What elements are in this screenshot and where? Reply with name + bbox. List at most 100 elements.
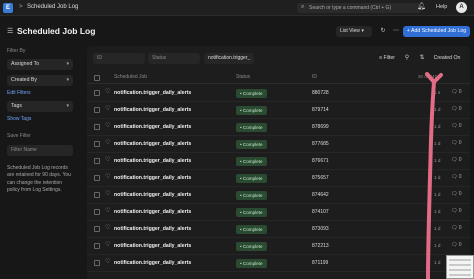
search-placeholder: Search or type a command (Ctrl + G) [309,5,392,11]
status-badge-label: Complete [242,210,263,215]
clear-filter-icon[interactable]: ⚲ [402,53,412,64]
row-checkbox[interactable] [94,226,100,232]
id-filter-input[interactable]: ID [93,53,145,64]
help-menu[interactable]: Help [436,4,447,10]
screenshot-thumbnail[interactable] [446,255,474,279]
table-row[interactable]: ♡ notification.trigger_daily_alerts • Comp… [87,102,470,119]
scheduled-job-name[interactable]: notification.trigger_daily_alerts [114,107,191,113]
row-checkbox[interactable] [94,175,100,181]
comment-count-value: 0 [458,208,462,214]
status-filter-select[interactable]: Status [148,53,200,64]
comment-icon: 🗨︎ [451,242,458,248]
tags-select[interactable]: Tags ▾ [7,101,73,112]
row-checkbox[interactable] [94,192,100,198]
row-checkbox[interactable] [94,124,100,130]
row-checkbox[interactable] [94,209,100,215]
comment-count-value: 0 [458,157,462,163]
row-checkbox[interactable] [94,90,100,96]
filter-name-input[interactable]: Filter Name [7,145,73,156]
table-row[interactable]: ♡ notification.trigger_daily_alerts • Comp… [87,187,470,204]
scheduled-job-name[interactable]: notification.trigger_daily_alerts [114,141,191,147]
status-badge-label: Complete [242,227,263,232]
record-count: 20 of 5454 [418,74,440,79]
column-header-status[interactable]: Status [236,74,250,80]
comment-icon: 🗨︎ [451,140,458,146]
comment-count[interactable]: 🗨︎ 0 [451,242,462,248]
table-row[interactable]: ♡ notification.trigger_daily_alerts • Comp… [87,170,470,187]
show-tags-link[interactable]: Show Tags [7,116,31,122]
thumbnail-line [449,269,471,271]
scheduled-job-name[interactable]: notification.trigger_daily_alerts [114,192,191,198]
row-checkbox[interactable] [94,243,100,249]
table-row[interactable]: ♡ notification.trigger_daily_alerts • Comp… [87,221,470,238]
table-row[interactable]: ♡ notification.trigger_daily_alerts • Comp… [87,238,470,255]
created-by-select[interactable]: Created By ▾ [7,75,73,86]
scheduled-job-name[interactable]: notification.trigger_daily_alerts [114,90,191,96]
row-checkbox[interactable] [94,158,100,164]
row-checkbox[interactable] [94,107,100,113]
thumbnail-line [449,264,471,266]
comment-count[interactable]: 🗨︎ 0 [451,191,462,197]
modified-age: 1 s [434,90,441,95]
comment-count[interactable]: 🗨︎ 0 [451,89,462,95]
column-header-id[interactable]: ID [312,74,317,80]
row-checkbox[interactable] [94,141,100,147]
comment-count[interactable]: 🗨︎ 0 [451,123,462,129]
breadcrumb-current[interactable]: Scheduled Job Log [27,4,78,10]
table-row[interactable]: ♡ notification.trigger_daily_alerts • Comp… [87,255,470,272]
app-logo[interactable]: E [3,3,13,13]
scheduled-job-name[interactable]: notification.trigger_daily_alerts [114,124,191,130]
comment-count[interactable]: 🗨︎ 0 [451,174,462,180]
comment-count[interactable]: 🗨︎ 0 [451,208,462,214]
record-id: 877685 [312,141,329,147]
refresh-icon[interactable]: ↻ [378,26,388,37]
comment-count[interactable]: 🗨︎ 0 [451,157,462,163]
like-heart-icon[interactable]: ♡ [105,173,110,180]
like-heart-icon[interactable]: ♡ [105,258,110,265]
assigned-to-select[interactable]: Assigned To ▾ [7,59,73,70]
table-row[interactable]: ♡ notification.trigger_daily_alerts • Comp… [87,153,470,170]
like-heart-icon[interactable]: ♡ [105,139,110,146]
comment-count[interactable]: 🗨︎ 0 [451,225,462,231]
filter-button[interactable]: ≡ Filter [375,53,399,64]
scheduled-job-name[interactable]: notification.trigger_daily_alerts [114,175,191,181]
list-view-selector[interactable]: List View ▾ [336,26,372,37]
scheduled-job-name[interactable]: notification.trigger_daily_alerts [114,226,191,232]
table-row[interactable]: ♡ notification.trigger_daily_alerts • Comp… [87,136,470,153]
table-row[interactable]: ♡ notification.trigger_daily_alerts • Comp… [87,85,470,102]
like-heart-icon[interactable]: ♡ [105,190,110,197]
status-badge: • Complete [236,140,267,149]
like-heart-icon[interactable]: ♡ [105,88,110,95]
add-scheduled-job-log-button[interactable]: + Add Scheduled Job Log [403,26,470,37]
like-heart-icon[interactable]: ♡ [105,156,110,163]
scheduled-job-name[interactable]: notification.trigger_daily_alerts [114,158,191,164]
like-heart-icon[interactable]: ♡ [105,224,110,231]
scheduled-job-name[interactable]: notification.trigger_daily_alerts [114,243,191,249]
sidebar-toggle-icon[interactable]: ☰ [7,27,13,35]
sort-by-button[interactable]: Created On [430,53,464,64]
select-all-checkbox[interactable] [94,75,100,81]
scheduled-job-filter-input[interactable]: notification.trigger_ [204,53,254,64]
row-checkbox[interactable] [94,260,100,266]
table-row[interactable]: ♡ notification.trigger_daily_alerts • Comp… [87,204,470,221]
comment-count[interactable]: 🗨︎ 0 [451,140,462,146]
sort-order-icon[interactable]: ⇅ [417,53,427,64]
comment-count-value: 0 [458,174,462,180]
avatar[interactable]: A [456,2,467,13]
like-heart-icon[interactable]: ♡ [105,207,110,214]
comment-count-value: 0 [458,123,462,129]
edit-filters-link[interactable]: Edit Filters [7,90,31,96]
notification-bell-icon[interactable]: 🔔︎ [417,2,426,10]
comment-count[interactable]: 🗨︎ 0 [451,106,462,112]
more-options-icon[interactable]: ⋯ [391,26,401,37]
like-heart-icon[interactable]: ♡ [105,241,110,248]
like-heart-icon[interactable]: ♡ [105,105,110,112]
table-row[interactable]: ♡ notification.trigger_daily_alerts • Comp… [87,119,470,136]
column-header-scheduled-job[interactable]: Scheduled Job [114,74,147,80]
scheduled-job-name[interactable]: notification.trigger_daily_alerts [114,260,191,266]
like-heart-icon[interactable]: ♡ [105,122,110,129]
list-view-label: List View [340,28,360,34]
chevron-down-icon: ▾ [66,103,69,109]
scheduled-job-name[interactable]: notification.trigger_daily_alerts [114,209,191,215]
global-search-input[interactable]: ⌕ Search or type a command (Ctrl + G) [297,3,421,13]
